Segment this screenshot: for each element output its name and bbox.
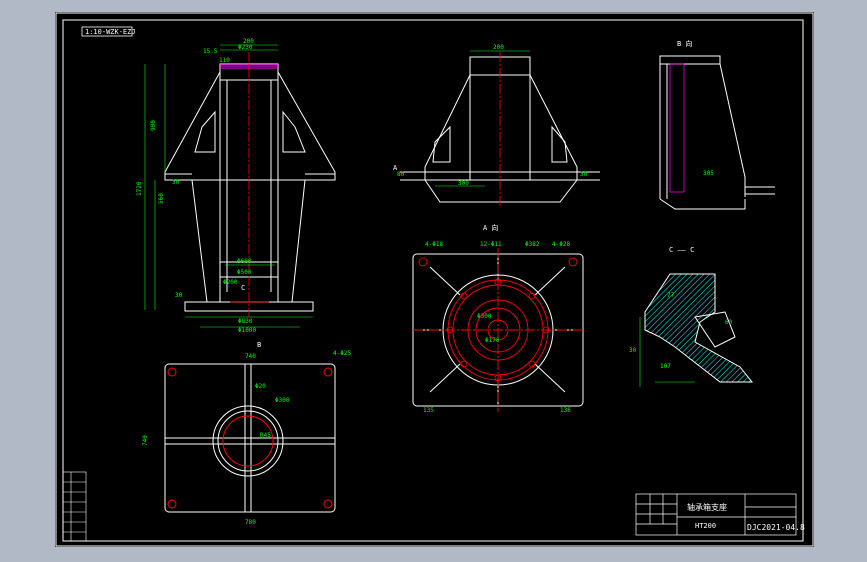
drawing-canvas: 1:10-WZK-EZJ 200 Φ230 15.5 110 1720 900 … [55,12,814,547]
side-right-h: 30 [580,171,588,178]
plan-height: 740 [142,435,149,446]
front-height-mid: 560 [158,193,165,204]
plan-center-ring [222,415,274,467]
front-flange: Φ500 [237,269,252,276]
plan-view [164,363,336,513]
a-left: 135 [423,407,434,414]
plan-rad: R45 [260,432,271,439]
view-a-title: A 向 [483,223,498,232]
front-mid-width: Φ600 [237,258,252,265]
a-dim1: 4-Φ18 [425,241,443,248]
title-material: HT200 [695,522,716,530]
side-width-low: 300 [458,180,469,187]
c-dim1: 77 [667,292,675,299]
right-side-view [659,55,775,210]
front-bottom-h: 30 [175,292,183,299]
c-dim4: 30 [629,347,637,354]
front-bolt: Φ200 [223,279,238,286]
a-dim2: 12-Φ11 [480,241,502,248]
plan-bottom: 780 [245,519,256,526]
right-side-highlight [669,63,685,193]
view-b-title: B 向 [677,39,692,48]
a-dim4: 4-Φ28 [552,241,570,248]
title-drawing-no: DJC2021-04.8 [747,523,805,532]
front-base-width: Φ830 [238,318,253,325]
plan-center: Φ300 [275,397,290,404]
rv-depth: 305 [703,170,714,177]
section-c-title: C —— C [669,246,694,254]
section-cc [639,273,754,387]
a-dim5: Φ300 [477,313,492,320]
front-small-a: 15.5 [203,48,218,55]
front-inner: Φ230 [238,44,253,51]
front-left-step: 30 [172,179,180,186]
c-dim3: 107 [660,363,671,370]
c-dim2: 60 [725,319,733,326]
frame-tag: 1:10-WZK-EZJ [85,28,136,36]
a-dim6: Φ170 [485,337,500,344]
front-small-b: 110 [219,57,230,64]
plan-hole-b: 4-Φ25 [333,350,351,357]
plan-width: 740 [245,353,256,360]
front-height-total: 1720 [136,181,143,196]
section-label-b: B [257,341,261,349]
left-rev-table [62,471,87,542]
side-left-h: 80 [397,171,405,178]
plan-hole: Φ20 [255,383,266,390]
title-name: 轴承箱支座 [687,502,727,512]
a-dim3: Φ382 [525,241,540,248]
front-height-upper: 900 [150,120,157,131]
a-right: 136 [560,407,571,414]
side-top: 200 [493,44,504,51]
section-label-c: C [241,284,245,292]
front-base-outer: Φ1000 [238,327,256,334]
cad-drawing: 1:10-WZK-EZJ 200 Φ230 15.5 110 1720 900 … [55,12,814,547]
